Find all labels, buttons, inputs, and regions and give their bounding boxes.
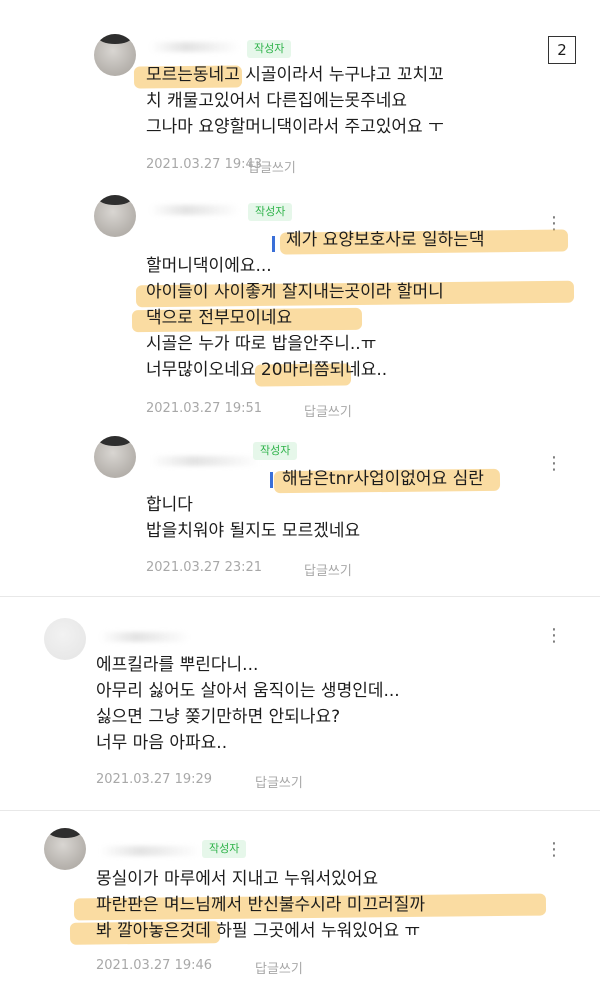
comment-divider [0, 810, 600, 811]
user-avatar[interactable] [44, 618, 86, 660]
comment-line: 너무많이오네요 20마리쯤되네요.. [146, 357, 485, 387]
more-options-icon[interactable]: ⋮ [545, 627, 564, 645]
comment-line: 시골은 누가 따로 밥을안주니..ㅠ [146, 334, 377, 354]
more-options-icon[interactable]: ⋮ [545, 841, 564, 859]
reply-link[interactable]: 답글쓰기 [255, 772, 303, 791]
page-number-badge: 2 [548, 36, 576, 64]
comment-line: 파란판은 며느님께서 반신불수시라 미끄러질까 [73, 892, 547, 921]
reply-link[interactable]: 답글쓰기 [255, 958, 303, 977]
comment-divider [0, 596, 600, 597]
author-badge: 작성자 [202, 840, 247, 858]
comment-line: 싫으면 그냥 쫒기만하면 안되나요? [96, 707, 341, 727]
comment-text: 해남은tnr사업이없어요 심란 합니다 밥을치워야 될지도 모르겠네요 [146, 466, 501, 544]
comment-text: 제가 요양보호사로 일하는댁 할머니댁이에요... 아이들이 사이좋게 잘지내는… [131, 227, 575, 387]
blurred-nickname [150, 205, 240, 215]
comment-text: 에프킬라를 뿌린다니... 아무리 싫어도 살아서 움직이는 생명인데... 싫… [96, 652, 400, 756]
blurred-nickname [100, 846, 200, 856]
comment-line: 아무리 싫어도 살아서 움직이는 생명인데... [96, 681, 400, 701]
comment-date: 2021.03.27 23:21 [146, 560, 263, 575]
comment-line: 해남은tnr사업이없어요 심란 [146, 466, 501, 494]
comment-line: 에프킬라를 뿌린다니... [96, 655, 259, 675]
reply-link[interactable]: 답글쓰기 [304, 401, 352, 420]
comment-date: 2021.03.27 19:29 [96, 772, 213, 787]
reply-link[interactable]: 답글쓰기 [248, 157, 296, 176]
comment-line: 치 캐물고있어서 다른집에는못주네요 [146, 91, 408, 111]
comment-line: 모르는동네고 시골이라서 누구냐고 꼬치꼬 [133, 62, 444, 89]
comment-line: 그나마 요양할머니댁이라서 주고있어요 ㅜ [146, 117, 444, 137]
comment-text: 모르는동네고 시골이라서 누구냐고 꼬치꼬 치 캐물고있어서 다른집에는못주네요… [133, 62, 444, 140]
comment-line: 제가 요양보호사로 일하는댁 [146, 227, 569, 255]
comment-line: 밥을치워야 될지도 모르겠네요 [146, 521, 361, 541]
comment-line: 몽실이가 마루에서 지내고 누워서있어요 [96, 869, 379, 889]
more-options-icon[interactable]: ⋮ [545, 455, 564, 473]
author-avatar[interactable] [94, 195, 136, 237]
author-badge: 작성자 [253, 442, 298, 460]
author-avatar[interactable] [94, 34, 136, 76]
author-badge: 작성자 [248, 203, 293, 221]
author-badge: 작성자 [247, 40, 292, 58]
blurred-nickname [100, 632, 190, 642]
comment-line: 할머니댁이에요... [146, 256, 272, 276]
comment-text: 몽실이가 마루에서 지내고 누워서있어요 파란판은 며느님께서 반신불수시라 미… [69, 866, 547, 945]
comment-date: 2021.03.27 19:51 [146, 401, 263, 416]
comment-line: 봐 깔아놓은것데 하필 그곳에서 누워있어요 ㅠ [69, 918, 425, 945]
blurred-nickname [150, 42, 240, 52]
comment-date: 2021.03.27 19:46 [96, 958, 213, 973]
blurred-nickname [150, 456, 260, 466]
comment-line: 너무 마음 아파요.. [96, 733, 228, 753]
more-options-icon[interactable]: ⋮ [545, 215, 564, 233]
comment-line: 합니다 [146, 495, 193, 515]
comment-line: 댁으로 전부모이네요 [131, 305, 485, 333]
reply-link[interactable]: 답글쓰기 [304, 560, 352, 579]
author-avatar[interactable] [44, 828, 86, 870]
comment-date: 2021.03.27 19:43 [146, 157, 263, 172]
comment-line: 아이들이 사이좋게 잘지내는곳이라 할머니 [135, 279, 575, 308]
author-avatar[interactable] [94, 436, 136, 478]
